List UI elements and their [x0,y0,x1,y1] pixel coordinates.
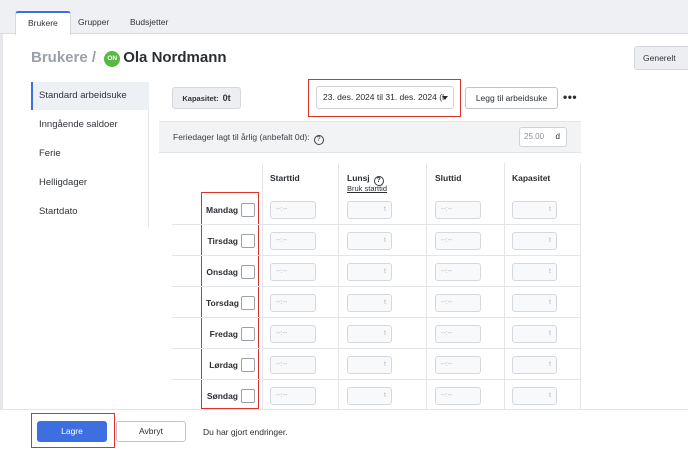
holiday-days-row: Feriedager lagt til årlig (anbefalt 0d):… [159,121,581,153]
row-divider [172,255,581,256]
lunch-input[interactable]: t [347,263,392,281]
add-work-week-button[interactable]: Legg til arbeidsuke [465,87,558,109]
breadcrumb-separator: / [91,49,97,66]
sidenav-item-ferie[interactable]: Ferie [31,140,149,168]
day-label: Søndag [206,391,238,401]
lunch-input[interactable]: t [347,325,392,343]
row-divider [172,317,581,318]
column-header-kapasitet: Kapasitet [512,173,551,183]
end-time-input[interactable]: --:-- [435,294,481,312]
holiday-days-label-wrap: Feriedager lagt til årlig (anbefalt 0d):… [173,132,324,145]
day-label: Tirsdag [207,236,238,246]
start-time-input[interactable]: --:-- [270,294,316,312]
period-select[interactable]: 23. des. 2024 til 31. des. 2024 (l [316,86,454,109]
use-start-time-link[interactable]: Bruk starttid [347,184,387,193]
holiday-days-input[interactable]: 25.00 d [519,127,567,147]
sidenav-item-inngaende-saldoer[interactable]: Inngående saldoer [31,111,149,139]
start-time-input[interactable]: --:-- [270,356,316,374]
save-button[interactable]: Lagre [37,421,107,442]
end-time-input[interactable]: --:-- [435,356,481,374]
capacity-input[interactable]: t [512,387,557,405]
tab-brukere[interactable]: Brukere [15,11,71,35]
lunch-input[interactable]: t [347,232,392,250]
sidenav-item-startdato[interactable]: Startdato [31,198,149,226]
sidenav-item-helligdager[interactable]: Helligdager [31,169,149,197]
tab-budsjetter[interactable]: Budsjetter [118,11,180,34]
page-title: Ola Nordmann [123,49,227,66]
capacity-input[interactable]: t [512,232,557,250]
lunsj-label: Lunsj [347,173,370,183]
day-checkbox[interactable] [241,296,255,310]
capacity-input[interactable]: t [512,325,557,343]
start-time-input[interactable]: --:-- [270,263,316,281]
breadcrumb: Brukere / ON Ola Nordmann [31,49,227,67]
lunch-input[interactable]: t [347,201,392,219]
lunch-input[interactable]: t [347,294,392,312]
day-checkbox[interactable] [241,358,255,372]
cancel-button[interactable]: Avbryt [116,421,186,442]
row-divider [172,224,581,225]
row-divider [172,348,581,349]
holiday-days-unit: d [555,132,560,141]
left-edge [0,34,3,449]
lunch-input[interactable]: t [347,356,392,374]
tab-grupper[interactable]: Grupper [66,11,121,34]
row-divider [172,379,581,380]
capacity-input[interactable]: t [512,201,557,219]
start-time-input[interactable]: --:-- [270,325,316,343]
column-header-starttid: Starttid [270,173,300,183]
sidenav-item-standard-arbeidsuke[interactable]: Standard arbeidsuke [31,82,149,110]
column-header-sluttid: Sluttid [435,173,462,183]
end-time-input[interactable]: --:-- [435,325,481,343]
day-checkbox[interactable] [241,389,255,403]
lunch-input[interactable]: t [347,387,392,405]
generelt-button[interactable]: Generelt [634,46,688,70]
end-time-input[interactable]: --:-- [435,201,481,219]
holiday-days-label: Feriedager lagt til årlig (anbefalt 0d): [173,132,310,142]
day-checkbox[interactable] [241,265,255,279]
start-time-input[interactable]: --:-- [270,232,316,250]
capacity-input[interactable]: t [512,263,557,281]
day-label: Torsdag [206,298,239,308]
end-time-input[interactable]: --:-- [435,232,481,250]
end-time-input[interactable]: --:-- [435,263,481,281]
side-nav: Standard arbeidsuke Inngående saldoer Fe… [31,82,149,227]
day-label: Fredag [209,329,238,339]
day-label: Mandag [206,205,239,215]
chevron-down-icon [442,96,448,100]
day-label: Onsdag [206,267,238,277]
row-divider [172,286,581,287]
capacity-input[interactable]: t [512,294,557,312]
day-checkbox[interactable] [241,234,255,248]
day-checkbox[interactable] [241,203,255,217]
capacity-indicator: Kapasitet: 0t [172,87,241,109]
holiday-days-value: 25.00 [524,132,545,141]
start-time-input[interactable]: --:-- [270,201,316,219]
more-horizontal-icon[interactable]: ••• [563,91,577,103]
capacity-value: 0t [222,93,231,103]
day-label: Lørdag [209,360,238,370]
capacity-label: Kapasitet: [182,94,219,103]
breadcrumb-parent[interactable]: Brukere [31,49,88,66]
end-time-input[interactable]: --:-- [435,387,481,405]
capacity-input[interactable]: t [512,356,557,374]
period-select-value: 23. des. 2024 til 31. des. 2024 (l [323,92,444,102]
status-badge: ON [104,51,121,67]
unsaved-changes-text: Du har gjort endringer. [203,427,288,437]
help-icon[interactable]: ? [313,135,324,145]
start-time-input[interactable]: --:-- [270,387,316,405]
day-checkbox[interactable] [241,327,255,341]
